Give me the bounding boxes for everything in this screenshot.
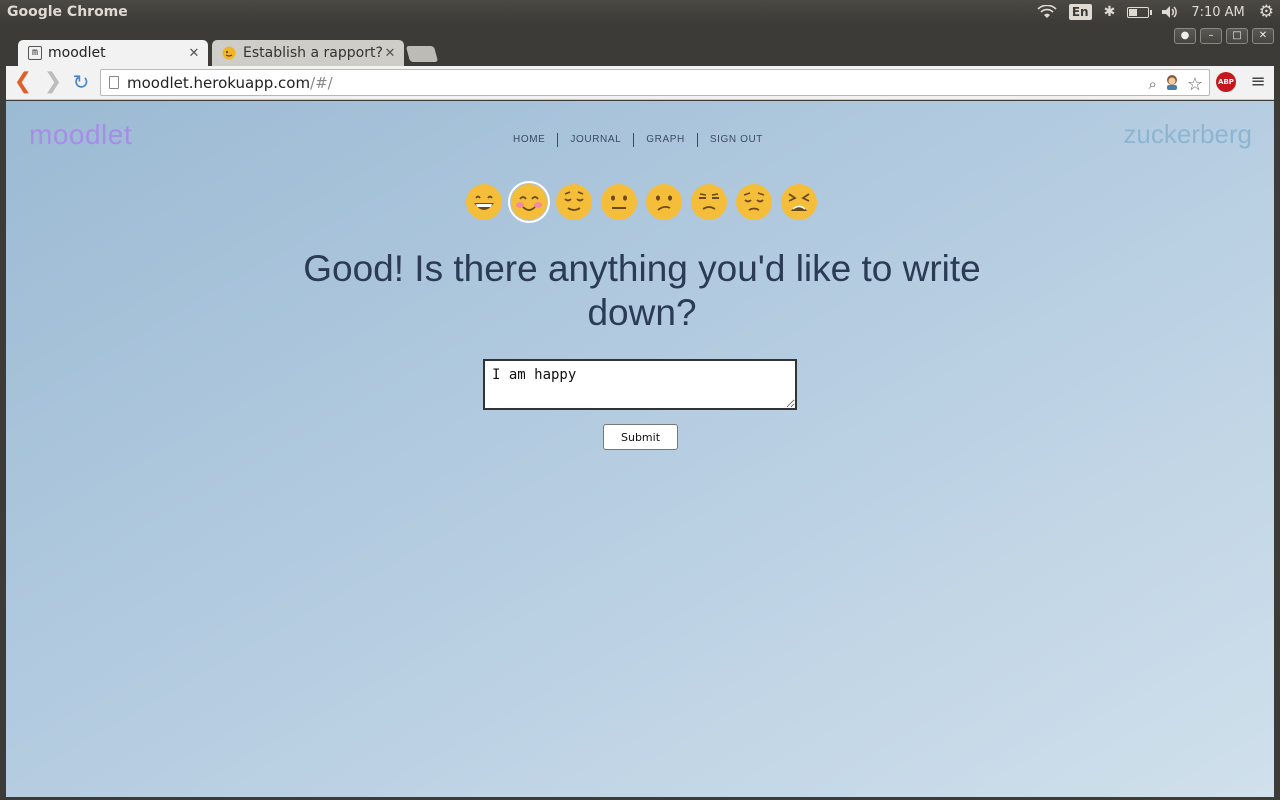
prompt-line-1: Good! Is there anything you'd like to wr… xyxy=(303,248,981,289)
mood-picker xyxy=(6,181,1274,223)
mood-prompt-heading: Good! Is there anything you'd like to wr… xyxy=(6,247,1274,335)
mood-unamused-icon[interactable] xyxy=(690,183,728,221)
new-tab-button[interactable] xyxy=(405,46,439,62)
volume-icon[interactable] xyxy=(1161,5,1179,19)
url-path: /#/ xyxy=(310,73,333,92)
battery-icon[interactable] xyxy=(1127,6,1153,18)
tab-establish-rapport[interactable]: Establish a rapport? ✕ xyxy=(212,40,404,66)
mood-tired-icon[interactable] xyxy=(780,183,818,221)
prompt-line-2: down? xyxy=(587,292,697,333)
session-gear-icon[interactable]: ⚙ xyxy=(1259,2,1274,22)
forward-icon[interactable]: ❯ xyxy=(40,70,66,96)
system-tray: En ✱ 7:10 AM ⚙ xyxy=(1037,0,1280,24)
nav-sign-out[interactable]: SIGN OUT xyxy=(698,133,775,147)
keyboard-language-indicator[interactable]: En xyxy=(1068,4,1092,20)
tab-strip: m moodlet ✕ Establish a rapport? ✕ ● – □… xyxy=(0,24,1280,66)
browser-toolbar: ❮ ❯ ↻ moodlet.herokuapp.com/#/ ⌕ ☆ ABP ≡ xyxy=(6,66,1274,100)
nav-journal[interactable]: JOURNAL xyxy=(558,133,635,147)
mood-neutral-icon[interactable] xyxy=(600,183,638,221)
profile-icon[interactable]: ● xyxy=(1174,28,1196,44)
tab-title: moodlet xyxy=(48,45,106,61)
emoji-favicon-icon xyxy=(222,46,238,60)
chrome-menu-icon[interactable]: ≡ xyxy=(1250,72,1266,92)
web-page: moodlet zuckerberg HOME JOURNAL GRAPH SI… xyxy=(6,101,1274,797)
tab-moodlet[interactable]: m moodlet ✕ xyxy=(18,40,208,66)
address-bar[interactable]: moodlet.herokuapp.com/#/ ⌕ ☆ xyxy=(100,69,1210,96)
tab-title: Establish a rapport? xyxy=(243,45,382,61)
window-controls: ● – □ ✕ xyxy=(1170,28,1274,44)
bookmark-star-icon[interactable]: ☆ xyxy=(1187,74,1203,95)
reload-icon[interactable]: ↻ xyxy=(68,70,94,96)
omnibox-actions: ⌕ ☆ xyxy=(1142,73,1203,95)
back-icon[interactable]: ❮ xyxy=(10,70,36,96)
mood-confused-icon[interactable] xyxy=(645,183,683,221)
maximize-icon[interactable]: □ xyxy=(1226,28,1248,44)
page-icon xyxy=(109,76,119,89)
extension-avatar-icon[interactable] xyxy=(1163,73,1181,95)
browser-window: m moodlet ✕ Establish a rapport? ✕ ● – □… xyxy=(0,24,1280,800)
active-app-title: Google Chrome xyxy=(7,4,128,20)
mood-blushing-icon[interactable] xyxy=(507,181,550,223)
minimize-icon[interactable]: – xyxy=(1200,28,1222,44)
close-window-icon[interactable]: ✕ xyxy=(1252,28,1274,44)
submit-button[interactable]: Submit xyxy=(603,424,678,450)
tab-close-icon[interactable]: ✕ xyxy=(382,46,398,61)
url-host: moodlet.herokuapp.com xyxy=(127,73,311,92)
site-nav: HOME JOURNAL GRAPH SIGN OUT xyxy=(6,133,1274,147)
clock[interactable]: 7:10 AM xyxy=(1191,5,1244,20)
tab-close-icon[interactable]: ✕ xyxy=(186,46,202,61)
moodlet-favicon-icon: m xyxy=(28,46,42,60)
adblock-plus-icon[interactable]: ABP xyxy=(1216,72,1236,92)
mood-pensive-icon[interactable] xyxy=(735,183,773,221)
bluetooth-icon[interactable]: ✱ xyxy=(1104,4,1116,20)
wifi-icon[interactable] xyxy=(1037,5,1057,19)
nav-graph[interactable]: GRAPH xyxy=(634,133,698,147)
journal-entry-textarea[interactable]: I am happy xyxy=(483,359,797,410)
nav-home[interactable]: HOME xyxy=(501,133,559,147)
mood-relieved-icon[interactable] xyxy=(555,183,593,221)
os-top-panel: Google Chrome En ✱ 7:10 AM ⚙ xyxy=(0,0,1280,24)
zoom-icon[interactable]: ⌕ xyxy=(1148,75,1156,93)
mood-grinning-icon[interactable] xyxy=(465,183,503,221)
